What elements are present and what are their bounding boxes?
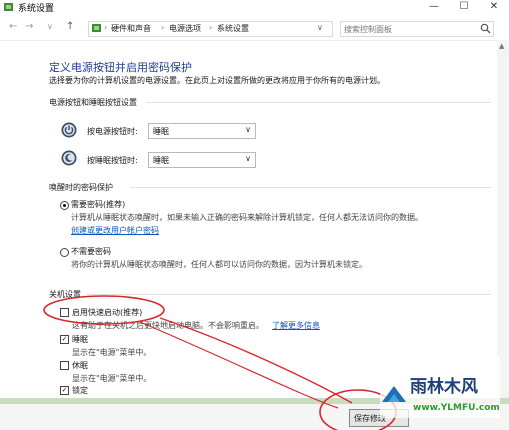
power-button-value: 睡眠 [153,127,169,136]
require-password-label[interactable]: 需要密码(推荐) [71,199,125,210]
minimize-button[interactable]: — [419,0,449,14]
breadcrumb-separator: › [161,23,165,32]
sleep-button-icon [61,150,77,166]
lock-checkbox[interactable]: ✓ [60,386,69,395]
section-header-power-buttons: 电源按钮和睡眠按钮设置 [49,98,137,107]
control-panel-icon [92,24,101,32]
breadcrumb-system-settings[interactable]: 系统设置 [217,23,249,34]
lock-option-label[interactable]: 锁定 [72,385,88,396]
search-icon[interactable] [480,23,491,34]
recent-dropdown-icon[interactable]: ∨ [47,21,53,33]
watermark-url-text: www.YLMFU.com [413,403,500,413]
page-description: 选择要为你的计算机设置的电源设置。在此页上对设置所做的更改将应用于你所有的电源计… [49,76,385,85]
section-header-shutdown: 关机设置 [49,290,81,299]
breadcrumb-separator: › [104,23,108,32]
breadcrumb-hardware-sound[interactable]: 硬件和声音 [111,23,151,34]
sleep-button-label: 按睡眠按钮时: [87,156,138,165]
sleep-option-label[interactable]: 睡眠 [72,334,88,345]
search-box [340,21,494,37]
search-input[interactable] [341,22,477,36]
section-divider [146,102,491,103]
maximize-button[interactable]: ☐ [449,0,479,14]
fast-startup-description: 这有助于在关机之后更快地启动电脑。不会影响重启。 [72,321,264,330]
address-bar[interactable]: › 硬件和声音 › 电源选项 › 系统设置 ∨ [88,21,333,37]
up-arrow-icon[interactable]: ↑ [66,21,74,33]
section-divider [130,187,491,188]
power-button-dropdown[interactable]: 睡眠 ∨ [148,123,256,139]
sleep-button-value: 睡眠 [153,156,169,165]
vertical-scrollbar[interactable]: ▲ [497,40,509,400]
section-divider [86,294,491,295]
address-toolbar: ← → ∨ ↑ › 硬件和声音 › 电源选项 › 系统设置 ∨ [0,14,509,41]
power-button-label: 按电源按钮时: [87,127,138,136]
chevron-down-icon: ∨ [245,154,251,163]
no-password-label[interactable]: 不需要密码 [71,246,111,257]
learn-more-link[interactable]: 了解更多信息 [272,320,320,331]
hibernate-option-description: 显示在"电源"菜单中。 [72,374,152,383]
hibernate-checkbox[interactable] [60,361,69,370]
address-history-chevron-icon[interactable]: ∨ [317,23,323,32]
title-bar: 系统设置 — ☐ ✕ [0,0,509,14]
control-panel-icon [4,3,13,11]
no-password-description: 将你的计算机从睡眠状态唤醒时，任何人都可以访问你的数据，因为计算机未锁定。 [71,260,367,269]
chevron-down-icon: ∨ [245,125,251,134]
close-button[interactable]: ✕ [479,0,509,14]
page-title: 定义电源按钮并启用密码保护 [49,61,192,74]
watermark-brand-text: 雨林木风 [410,376,478,397]
breadcrumb-power-options[interactable]: 电源选项 [169,23,201,34]
breadcrumb-separator: › [209,23,213,32]
back-arrow-icon[interactable]: ← [9,21,17,33]
fast-startup-checkbox[interactable] [60,308,69,317]
site-watermark-logo: 雨林木风 www.YLMFU.com [380,356,500,418]
forward-arrow-icon[interactable]: → [25,21,33,33]
hibernate-option-label[interactable]: 休眠 [72,360,88,371]
sleep-checkbox[interactable]: ✓ [60,335,69,344]
require-password-description: 计算机从睡眠状态唤醒时，如果未输入正确的密码来解除计算机锁定，任何人都无法访问你… [71,213,423,222]
require-password-radio[interactable] [60,201,69,210]
window-title: 系统设置 [18,4,55,14]
fast-startup-label[interactable]: 启用快速启动(推荐) [72,307,142,318]
scroll-up-icon[interactable]: ▲ [499,42,504,50]
power-button-icon [61,122,77,138]
change-password-link[interactable]: 创建或更改用户帐户密码 [71,225,159,236]
section-header-wake-password: 唤醒时的密码保护 [49,183,113,192]
main-content: 定义电源按钮并启用密码保护 选择要为你的计算机设置的电源设置。在此页上对设置所做… [0,40,497,400]
sleep-button-dropdown[interactable]: 睡眠 ∨ [148,152,256,168]
no-password-radio[interactable] [60,248,69,257]
sleep-option-description: 显示在"电源"菜单中。 [72,348,152,357]
